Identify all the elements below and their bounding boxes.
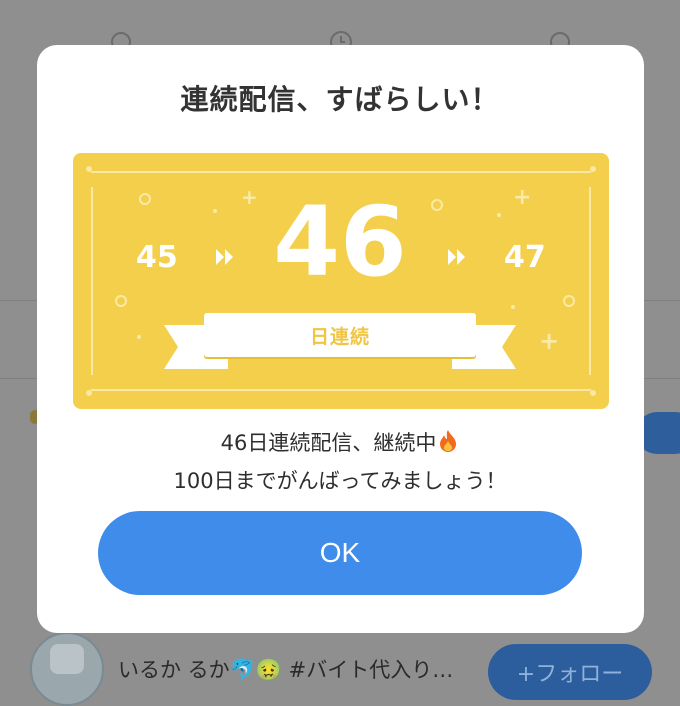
sparkle-circle — [139, 193, 151, 205]
avatar[interactable] — [30, 632, 104, 706]
sparkle-dot — [137, 335, 141, 339]
sparkle-dot — [497, 213, 501, 217]
double-chevron-right-icon — [448, 249, 465, 265]
sparkle-plus: + — [539, 327, 560, 355]
corner-dot — [86, 390, 92, 396]
sparkle-circle — [563, 295, 575, 307]
sparkle-dot — [213, 209, 217, 213]
double-chevron-right-icon — [216, 249, 233, 265]
streak-previous-day: 45 — [136, 240, 178, 275]
streak-message: 46日連続配信、継続中 — [0, 427, 680, 457]
streak-goal-message: 100日までがんばってみましょう！ — [173, 469, 507, 493]
sparkle-circle — [115, 295, 127, 307]
corner-dot — [590, 390, 596, 396]
ok-button[interactable]: OK — [98, 511, 582, 595]
banner-frame — [91, 171, 591, 173]
follow-button[interactable]: +フォロー — [488, 644, 652, 700]
sparkle-plus: + — [513, 185, 532, 210]
streak-ribbon-label: 日連続 — [204, 313, 476, 357]
banner-frame — [91, 187, 93, 375]
sparkle-circle — [431, 199, 443, 211]
corner-dot — [86, 166, 92, 172]
corner-dot — [590, 166, 596, 172]
streak-message-text: 46日連続配信、継続中 — [220, 431, 437, 455]
streak-current-day: 46 — [273, 186, 407, 298]
sparkle-plus: + — [241, 185, 258, 209]
modal-title: 連続配信、すばらしい！ — [180, 83, 500, 116]
banner-frame — [589, 187, 591, 375]
sparkle-dot — [511, 305, 515, 309]
banner-frame — [91, 389, 591, 391]
streak-next-day: 47 — [504, 240, 546, 275]
fire-icon — [440, 430, 457, 452]
